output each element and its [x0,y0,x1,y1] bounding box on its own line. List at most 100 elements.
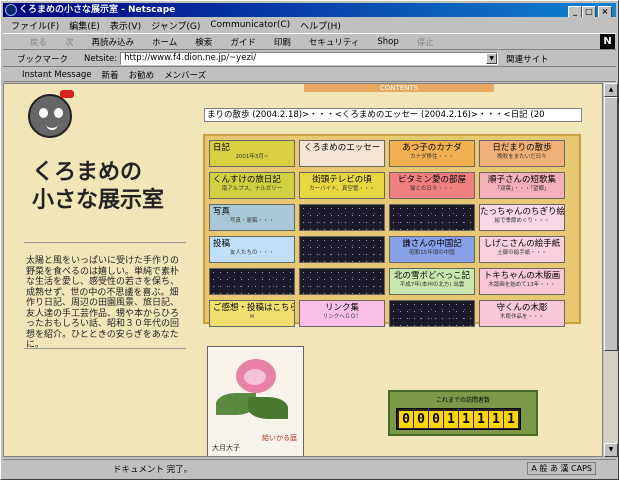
vertical-scrollbar[interactable]: ▲ ▼ [604,83,618,457]
starfield-tile [299,268,385,295]
contents-link[interactable]: たっちゃんのちぎり絵 絵で季節めぐり・・・ [479,204,565,231]
scroll-thumb[interactable] [604,97,618,351]
scroll-down-icon[interactable]: ▼ [604,443,618,457]
reload-button[interactable]: 再読み込み [83,36,144,48]
minimize-button[interactable]: _ [568,6,582,17]
contents-link-subtitle: 写真・原稿・・・ [229,218,274,224]
netscape-logo-icon[interactable]: N [600,34,615,49]
starfield-tile [299,236,385,263]
contents-link-title: ビタミン愛の部屋 [397,175,466,185]
instant-message-link[interactable]: Instant Message [17,70,97,80]
contents-link-subtitle: 土御の絵手紙・・・ [497,250,547,256]
scroll-up-icon[interactable]: ▲ [604,83,618,97]
contents-link[interactable]: くろまめのエッセー [299,140,385,167]
contents-link-title: しげこさんの絵手紙 [483,239,561,249]
contents-link-subtitle: 木彫作品を・・・ [499,314,544,320]
recommended-link[interactable]: お勧め [124,69,160,81]
url-text: http://www.f4.dion.ne.jp/~yezi/ [124,53,257,63]
menu-file[interactable]: ファイル(F) [7,19,63,32]
news-ticker[interactable]: まりの散歩 (2004.2.18)>・・・<くろまめのエッセー (2004.2.… [204,108,582,122]
members-link[interactable]: メンバーズ [159,69,211,81]
contents-link-title: 街頭テレビの頃 [312,175,372,185]
contents-link-title: 日だまりの散歩 [492,143,552,153]
contents-link[interactable]: くんすけの旅日記 南アルプス、ナルガリー [209,172,295,199]
contents-link-subtitle: カーバイト、真空管・・・ [309,186,375,192]
guide-button[interactable]: ガイド [221,36,265,48]
starfield-tile [389,204,475,231]
contents-link[interactable]: 北の雪ボどべっこ記 平成7年(本州の北方) 出雲 [389,268,475,295]
whats-new-link[interactable]: 新着 [97,69,124,81]
url-dropdown-icon[interactable]: ▼ [486,53,498,64]
counter-digit: 0 [429,411,443,428]
netscape-icon [5,4,17,16]
contents-link[interactable]: 日だまりの散歩 晩秋をまたいだ日々 [479,140,565,167]
contents-link[interactable]: あつ子のカナダ カナダ移住・・・ [389,140,475,167]
title-bar: くろまめの小さな展示室 - Netscape _ □ × [3,3,616,17]
contents-header: CONTENTS [304,84,494,92]
menu-communicator[interactable]: Communicator(C) [206,20,294,30]
status-text: ドキュメント 完了。 [113,464,193,475]
forward-button[interactable]: 次 [56,36,83,48]
contents-link-subtitle: リンクへＧＯ！ [322,314,362,320]
contents-link-subtitle: ✉ [249,314,255,320]
contents-link[interactable]: ビタミン愛の部屋 猫との日々・・・ [389,172,475,199]
bookmarks-button[interactable]: ブックマーク [17,53,68,65]
ime-toolbar[interactable]: A 般 あ 漢 CAPS [527,462,596,475]
counter-digit: 1 [474,411,488,428]
search-button[interactable]: 検索 [186,36,221,48]
contents-link[interactable]: 順子さんの短歌集 「双葉」・・・「望郷」 [479,172,565,199]
camellia-painting: 給いかる庭 大月大子 [207,346,304,456]
contents-link[interactable]: リンク集 リンクへＧＯ！ [299,300,385,327]
home-button[interactable]: ホーム [143,36,186,48]
page-content: くろまめの 小さな展示室 太陽と風をいっぱいに受けた手作りの野菜を食べるのは嬉し… [3,83,603,457]
contents-link[interactable]: 投稿 友人たちの・・・ [209,236,295,263]
starfield-tile [299,204,385,231]
close-button[interactable]: × [598,6,612,17]
stop-button[interactable]: 停止 [408,36,443,48]
contents-link[interactable]: 街頭テレビの頃 カーバイト、真空管・・・ [299,172,385,199]
contents-link[interactable]: 日記 2001年3月~ [209,140,295,167]
contents-link-subtitle: 平成7年(本州の北方) 出雲 [399,282,465,288]
contents-link-title: くんすけの旅日記 [213,175,281,185]
menu-edit[interactable]: 編集(E) [65,19,104,32]
contents-link-title: リンク集 [324,303,359,313]
contents-link[interactable]: 謙さんの中国記 昭和15年頃の中国 [389,236,475,263]
site-description: 太陽と風をいっぱいに受けた手作りの野菜を食べるのは嬉しい。単純で素朴な生活を愛し… [26,256,180,350]
contents-link[interactable]: トキちゃんの木版画 木版画を始めて13年・・・ [479,268,565,295]
print-button[interactable]: 印刷 [265,36,300,48]
contents-link-subtitle: 絵で季節めぐり・・・ [494,218,550,224]
visitor-counter: これまでの訪問者数 00011111 [388,390,538,436]
contents-grid: 日記 2001年3月~ くろまめのエッセー あつ子のカナダ カナダ移住・・・ 日だまりの散… [203,134,581,327]
contents-link-title: トキちゃんの木版画 [483,271,561,281]
counter-digit: 0 [414,411,428,428]
menu-go[interactable]: ジャンプ(G) [147,19,204,32]
contents-link[interactable]: 守くんの木彫 木彫作品を・・・ [479,300,565,327]
left-column: くろまめの 小さな展示室 太陽と風をいっぱいに受けた手作りの野菜を食べるのは嬉し… [4,84,190,456]
painting-caption: 給いかる庭 [262,434,297,442]
contents-link-title: くろまめのエッセー [303,143,381,153]
contents-link-title: あつ子のカナダ [402,143,462,153]
location-bar: ブックマーク Netsite: http://www.f4.dion.ne.jp… [3,51,616,67]
menu-view[interactable]: 表示(V) [106,19,145,32]
counter-digit: 1 [504,411,518,428]
contents-link[interactable]: ご感想・投稿はこちらへ✉ [209,300,295,327]
status-bar: ドキュメント 完了。 A 般 あ 漢 CAPS [3,459,616,477]
security-button[interactable]: セキュリティ [300,36,369,48]
back-button[interactable]: 戻る [21,36,56,48]
contents-link-title: 投稿 [213,239,231,249]
contents-link-subtitle: 2001年3月~ [235,154,269,160]
contents-link-title: 順子さんの短歌集 [487,175,556,185]
contents-link-subtitle: 猫との日々・・・ [410,186,454,192]
related-sites-button[interactable]: 関連サイト [506,53,549,65]
maximize-button[interactable]: □ [582,6,596,17]
contents-link[interactable]: 写真 写真・原稿・・・ [209,204,295,231]
shop-button[interactable]: Shop [368,37,407,47]
contents-link-subtitle: 昭和15年頃の中国 [409,250,455,256]
starfield-tile [209,268,295,295]
contents-link[interactable]: しげこさんの絵手紙 土御の絵手紙・・・ [479,236,565,263]
menu-help[interactable]: ヘルプ(H) [296,19,345,32]
counter-digit: 1 [459,411,473,428]
url-field[interactable]: http://www.f4.dion.ne.jp/~yezi/ ▼ [120,52,499,65]
contents-link-title: 写真 [213,207,231,217]
divider [24,242,186,243]
